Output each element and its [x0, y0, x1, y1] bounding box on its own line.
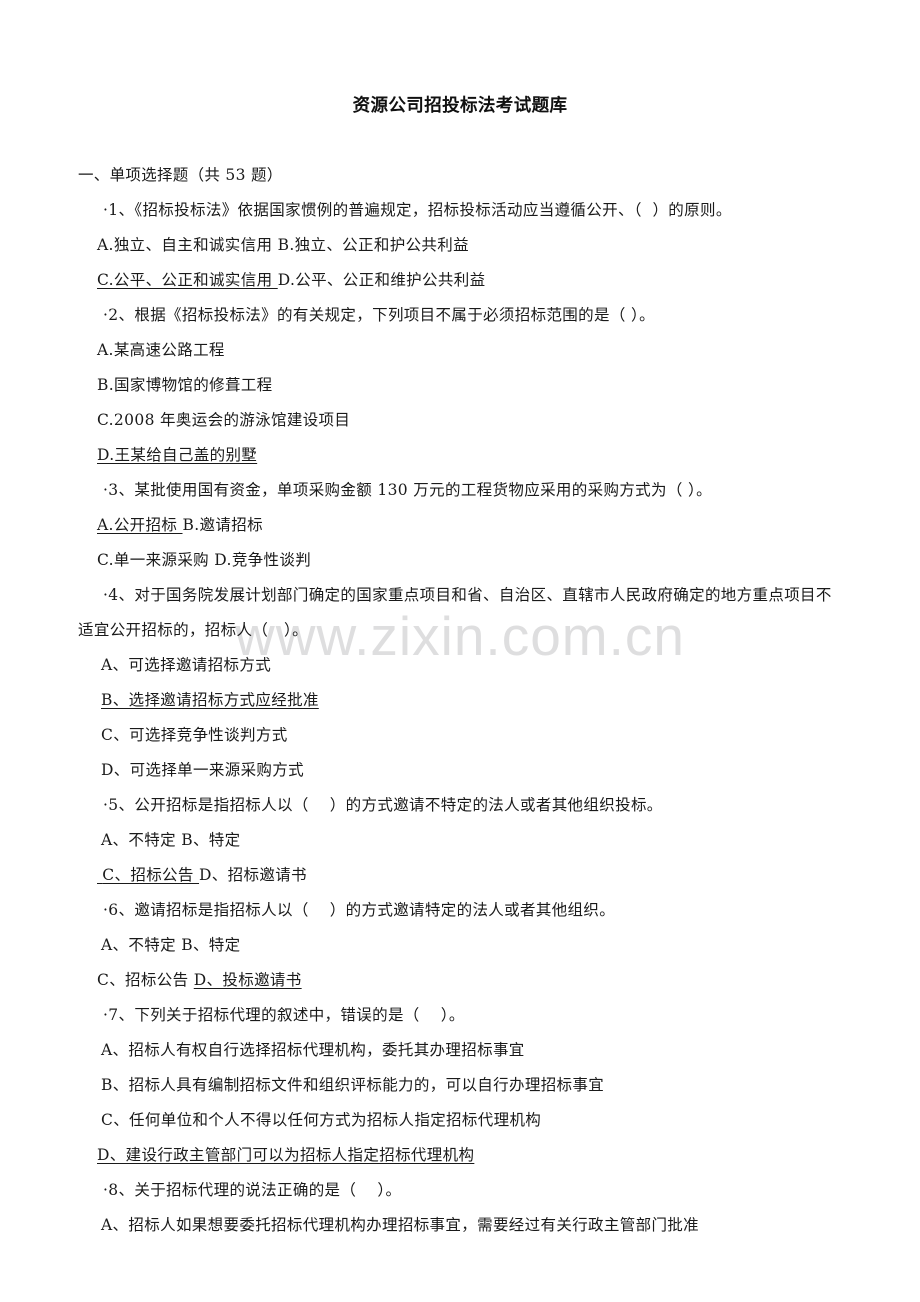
option-text: A、不特定 B、特定	[101, 831, 241, 849]
answer-underlined: D、建设行政主管部门可以为招标人指定招标代理机构	[97, 1146, 475, 1164]
option-text: B.国家博物馆的修葺工程	[97, 376, 273, 394]
option-text: A、可选择邀请招标方式	[101, 656, 272, 674]
option-line: C.公平、公正和诚实信用 D.公平、公正和维护公共利益	[97, 263, 920, 298]
section-heading: 一、单项选择题（共 53 题）	[78, 166, 283, 184]
question-stem: ·7、下列关于招标代理的叙述中，错误的是（ ）。	[103, 1006, 465, 1024]
answer-underlined: D、投标邀请书	[193, 971, 302, 989]
document-page: www.zixin.com.cn 资源公司招投标法考试题库 一、单项选择题（共 …	[0, 0, 920, 1302]
option-line: B、选择邀请招标方式应经批准	[101, 683, 920, 718]
question-stem: ·4、对于国务院发展计划部门确定的国家重点项目和省、自治区、直辖市人民政府确定的…	[78, 586, 832, 639]
option-text: B、招标人具有编制招标文件和组织评标能力的，可以自行办理招标事宜	[101, 1076, 605, 1094]
document-content: 资源公司招投标法考试题库 一、单项选择题（共 53 题） ·1、《招标投标法》依…	[0, 0, 920, 1243]
question-stem: ·1、《招标投标法》依据国家惯例的普遍规定，招标投标活动应当遵循公开、（ ）的原…	[103, 201, 732, 219]
option-text: D.公平、公正和维护公共利益	[277, 271, 486, 289]
option-line: C.单一来源采购 D.竞争性谈判	[97, 543, 920, 578]
option-line: B.国家博物馆的修葺工程	[97, 368, 920, 403]
option-text: C、可选择竞争性谈判方式	[101, 726, 288, 744]
question-stem: ·2、根据《招标投标法》的有关规定，下列项目不属于必须招标范围的是（ ）。	[103, 306, 655, 324]
option-line: A、不特定 B、特定	[101, 928, 920, 963]
option-text: C.单一来源采购 D.竞争性谈判	[97, 551, 312, 569]
question-list: ·1、《招标投标法》依据国家惯例的普遍规定，招标投标活动应当遵循公开、（ ）的原…	[0, 193, 920, 1243]
answer-underlined: A.公开招标	[97, 516, 183, 534]
option-text: A、招标人如果想要委托招标代理机构办理招标事宜，需要经过有关行政主管部门批准	[101, 1216, 699, 1234]
option-line: C、招标公告 D、招标邀请书	[97, 858, 920, 893]
option-text: A、招标人有权自行选择招标代理机构，委托其办理招标事宜	[101, 1041, 525, 1059]
option-text: C、招标公告	[97, 971, 194, 989]
option-line: A、不特定 B、特定	[101, 823, 920, 858]
option-line: B、招标人具有编制招标文件和组织评标能力的，可以自行办理招标事宜	[101, 1068, 920, 1103]
page-title: 资源公司招投标法考试题库	[352, 95, 568, 115]
question-stem: ·3、某批使用国有资金，单项采购金额 130 万元的工程货物应采用的采购方式为（…	[103, 481, 712, 499]
answer-underlined: D.王某给自己盖的别墅	[97, 446, 258, 464]
option-text: A.独立、自主和诚实信用 B.独立、公正和护公共利益	[97, 236, 469, 254]
question-stem: ·8、关于招标代理的说法正确的是（ ）。	[103, 1181, 402, 1199]
option-text: C、任何单位和个人不得以任何方式为招标人指定招标代理机构	[101, 1111, 542, 1129]
option-line: A.某高速公路工程	[97, 333, 920, 368]
option-line: A.公开招标 B.邀请招标	[97, 508, 920, 543]
answer-underlined: C.公平、公正和诚实信用	[97, 271, 278, 289]
option-text: A、不特定 B、特定	[101, 936, 241, 954]
option-text: A.某高速公路工程	[97, 341, 225, 359]
option-line: D.王某给自己盖的别墅	[97, 438, 920, 473]
option-line: C.2008 年奥运会的游泳馆建设项目	[97, 403, 920, 438]
option-text: C.2008 年奥运会的游泳馆建设项目	[97, 411, 351, 429]
option-line: A、招标人有权自行选择招标代理机构，委托其办理招标事宜	[101, 1033, 920, 1068]
option-line: A.独立、自主和诚实信用 B.独立、公正和护公共利益	[97, 228, 920, 263]
option-line: A、可选择邀请招标方式	[101, 648, 920, 683]
option-line: C、招标公告 D、投标邀请书	[97, 963, 920, 998]
option-text: D、可选择单一来源采购方式	[101, 761, 304, 779]
question-stem: ·5、公开招标是指招标人以（ ）的方式邀请不特定的法人或者其他组织投标。	[103, 796, 663, 814]
option-line: C、任何单位和个人不得以任何方式为招标人指定招标代理机构	[101, 1103, 920, 1138]
option-text: B.邀请招标	[182, 516, 263, 534]
option-text: D、招标邀请书	[199, 866, 307, 884]
question-stem: ·6、邀请招标是指招标人以（ ）的方式邀请特定的法人或者其他组织。	[103, 901, 616, 919]
option-line: D、建设行政主管部门可以为招标人指定招标代理机构	[97, 1138, 920, 1173]
option-line: C、可选择竞争性谈判方式	[101, 718, 920, 753]
answer-underlined: B、选择邀请招标方式应经批准	[101, 691, 319, 709]
option-line: A、招标人如果想要委托招标代理机构办理招标事宜，需要经过有关行政主管部门批准	[101, 1208, 920, 1243]
answer-underlined: C、招标公告	[97, 866, 200, 884]
option-line: D、可选择单一来源采购方式	[101, 753, 920, 788]
